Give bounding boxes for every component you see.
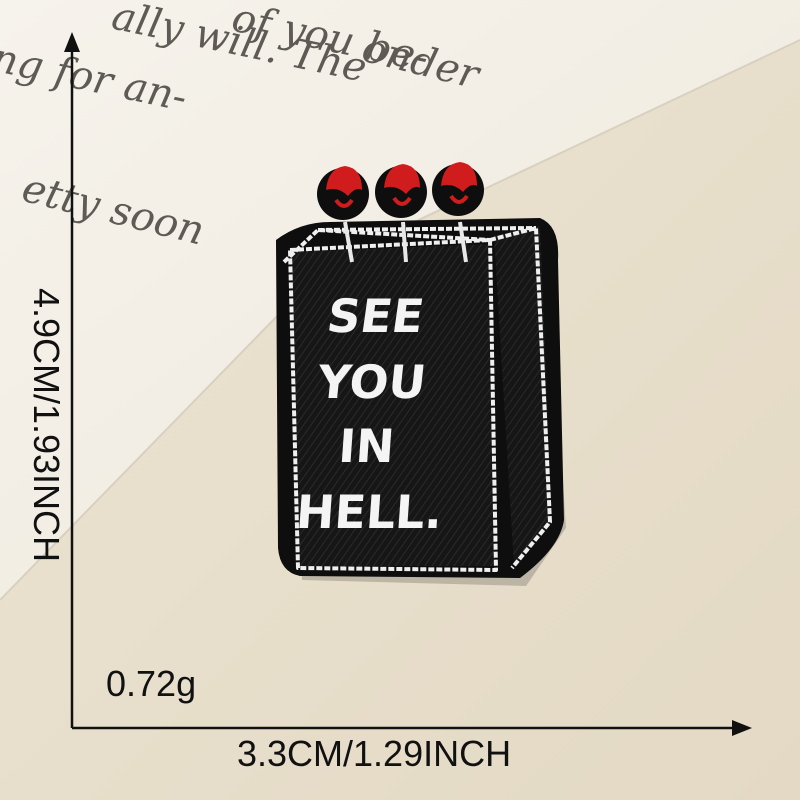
balloons [317, 162, 484, 220]
width-dimension-label: 3.3CM/1.29INCH [237, 733, 512, 774]
product-photo: ally will. The ng for an- etty soon of y… [0, 0, 800, 800]
patch-text-line: IN [337, 419, 396, 473]
patch-text-line: YOU [314, 355, 429, 409]
embroidered-patch: SEE YOU IN HELL. [276, 162, 566, 586]
weight-label: 0.72g [106, 663, 197, 704]
height-dimension-label: 4.9CM/1.93INCH [26, 287, 67, 563]
patch-text-line: HELL. [294, 485, 444, 539]
patch-text-line: SEE [324, 289, 428, 343]
